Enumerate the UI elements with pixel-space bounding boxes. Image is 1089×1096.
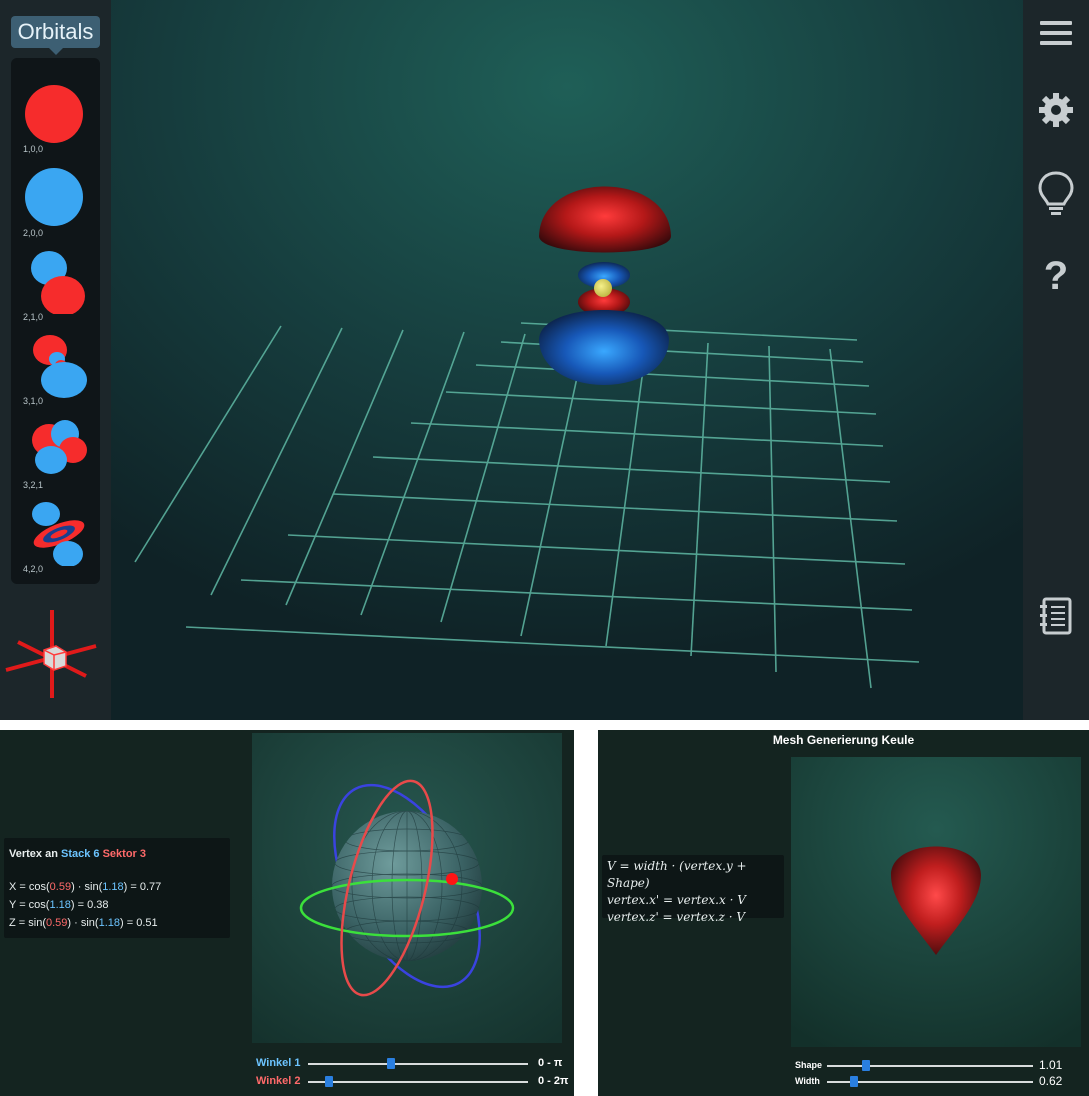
orbital-item-2-1-0[interactable]: 2,1,0: [11, 246, 100, 330]
winkel-2-range: 0 - 2π: [538, 1075, 569, 1087]
orbitals-tooltip: Orbitals: [11, 16, 100, 55]
menu-icon[interactable]: [1036, 14, 1076, 54]
vertex-title-prefix: Vertex an: [9, 848, 58, 860]
vertex-info-box: Vertex an Stack 6 Sektor 3 X = cos(0.59)…: [4, 838, 230, 938]
gear-icon[interactable]: [1036, 90, 1076, 130]
winkel-1-range: 0 - π: [538, 1057, 563, 1069]
shape-value: 1.01: [1039, 1058, 1063, 1072]
orbital-viewer: Orbitals 1,0,0 2,0,0 2,1,0 3,1,0 3,2,1 4…: [0, 0, 1089, 720]
axis-gizmo-icon[interactable]: [4, 606, 98, 702]
winkel-2-track[interactable]: [308, 1081, 528, 1083]
winkel-2-thumb[interactable]: [324, 1076, 333, 1087]
orbital-2p-icon: [31, 251, 85, 314]
eq-result: ) = 0.77: [123, 881, 162, 893]
winkel-2-label: Winkel 2: [256, 1075, 301, 1087]
mesh-panel: Mesh Generierung Keule V = width · (vert…: [598, 730, 1089, 1096]
eq-angle-2: 1.18: [49, 899, 71, 911]
orbital-list: 1,0,0 2,0,0 2,1,0 3,1,0 3,2,1 4,2,0: [11, 58, 100, 584]
winkel-1-thumb[interactable]: [387, 1058, 396, 1069]
orbital-item-2-0-0[interactable]: 2,0,0: [11, 162, 100, 246]
z-equation: Z = sin(0.59) · sin(1.18) = 0.51: [9, 917, 158, 929]
orbital-label: 3,2,1: [23, 480, 44, 490]
width-slider[interactable]: Width 0.62: [795, 1074, 1085, 1090]
width-label: Width: [795, 1076, 820, 1086]
width-track[interactable]: [827, 1081, 1033, 1083]
orbital-label: 2,0,0: [23, 228, 44, 238]
notebook-icon[interactable]: [1036, 596, 1076, 636]
orbital-item-3-1-0[interactable]: 3,1,0: [11, 330, 100, 414]
orbital-1s-icon: [25, 85, 83, 143]
vertex-point: [446, 873, 458, 885]
toolbar: ?: [1023, 0, 1089, 720]
orbital-sidebar: Orbitals 1,0,0 2,0,0 2,1,0 3,1,0 3,2,1 4…: [0, 0, 111, 720]
orbital-label: 2,1,0: [23, 312, 44, 322]
winkel-1-slider[interactable]: Winkel 1 0 - π: [256, 1056, 572, 1072]
orbital-3d-icon: [32, 420, 87, 474]
help-icon[interactable]: ?: [1036, 256, 1076, 296]
orbital-2s-icon: [25, 168, 83, 226]
vertex-panel: Vertex an Stack 6 Sektor 3 X = cos(0.59)…: [0, 730, 574, 1096]
orbital-3p-icon: [33, 335, 87, 398]
shape-track[interactable]: [827, 1065, 1033, 1067]
eq-angle-2: 1.18: [98, 917, 120, 929]
width-thumb[interactable]: [849, 1076, 858, 1087]
3d-viewport[interactable]: [111, 0, 1023, 720]
sphere-viewport[interactable]: [252, 733, 562, 1043]
orbital-4d-icon: [32, 502, 85, 566]
stack-label: Stack 6: [60, 848, 100, 860]
eq-text: Y = cos(: [9, 899, 50, 911]
eq-result: ) = 0.51: [120, 917, 158, 929]
lobe-viewport[interactable]: [791, 757, 1081, 1047]
orbital-label: 1,0,0: [23, 144, 44, 154]
formula-line-3: vertex.z' = vertex.z · V: [607, 910, 745, 924]
eq-text: ) · sin(: [67, 917, 99, 929]
eq-text: X = cos(: [9, 881, 50, 893]
winkel-1-track[interactable]: [308, 1063, 528, 1065]
vertex-info-title: Vertex an Stack 6 Sektor 3: [9, 848, 146, 860]
orbital-item-4-2-0[interactable]: 4,2,0: [11, 498, 100, 582]
shape-slider[interactable]: Shape 1.01: [795, 1058, 1085, 1074]
eq-angle-2: 1.18: [102, 881, 124, 893]
lightbulb-icon[interactable]: [1036, 170, 1076, 218]
orbital-item-1-0-0[interactable]: 1,0,0: [11, 78, 100, 162]
mesh-panel-title: Mesh Generierung Keule: [772, 733, 915, 747]
shape-label: Shape: [795, 1060, 823, 1070]
formula-line-2: vertex.x' = vertex.x · V: [607, 893, 746, 907]
sektor-label: Sektor 3: [102, 848, 146, 860]
eq-text: Z = sin(: [9, 917, 46, 929]
formula-box: V = width · (vertex.y + Shape) vertex.x'…: [602, 855, 784, 924]
orbital-item-3-2-1[interactable]: 3,2,1: [11, 414, 100, 498]
winkel-1-label: Winkel 1: [256, 1057, 301, 1069]
formula-line-1: V = width · (vertex.y + Shape): [607, 859, 747, 890]
eq-angle-1: 0.59: [49, 881, 72, 893]
eq-angle-1: 0.59: [45, 917, 68, 929]
y-equation: Y = cos(1.18) = 0.38: [9, 899, 109, 911]
width-value: 0.62: [1039, 1074, 1063, 1088]
orbital-label: 4,2,0: [23, 564, 44, 574]
shape-thumb[interactable]: [862, 1060, 871, 1071]
winkel-2-slider[interactable]: Winkel 2 0 - 2π: [256, 1074, 572, 1090]
x-equation: X = cos(0.59) · sin(1.18) = 0.77: [9, 881, 161, 893]
eq-result: ) = 0.38: [70, 899, 109, 911]
eq-text: ) · sin(: [71, 881, 103, 893]
orbital-label: 3,1,0: [23, 396, 44, 406]
